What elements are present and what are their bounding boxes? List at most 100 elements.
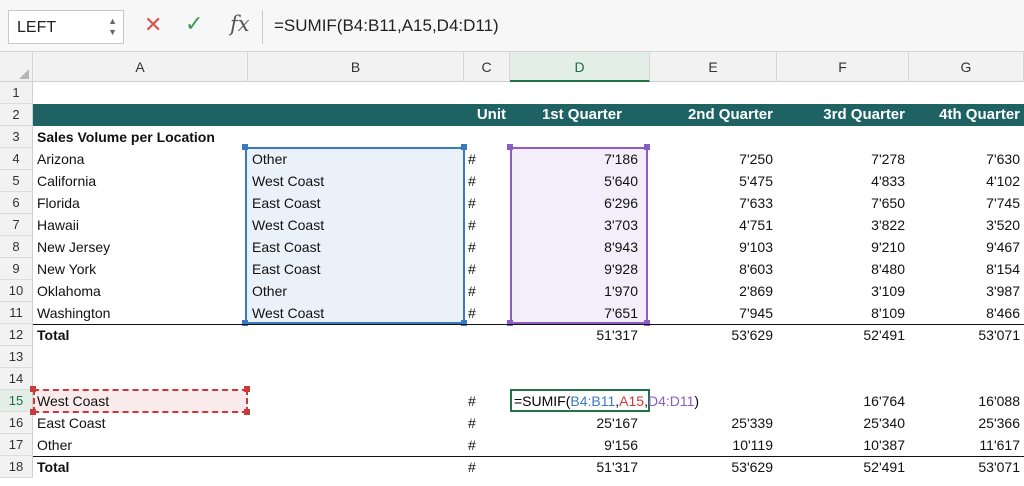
column-header-g[interactable]: G — [909, 52, 1024, 82]
total-q1[interactable]: 51'317 — [510, 324, 650, 346]
cell-q1[interactable]: 6'296 — [510, 192, 650, 214]
row-header[interactable]: 13 — [0, 346, 33, 368]
summary-label[interactable]: Other — [33, 434, 248, 456]
cell-q4[interactable]: 3'520 — [909, 214, 1024, 236]
cell-q3[interactable]: 7'650 — [777, 192, 909, 214]
cell-q4[interactable]: 4'102 — [909, 170, 1024, 192]
total-label[interactable]: Total — [33, 324, 248, 346]
cell-unit[interactable]: # — [464, 192, 510, 214]
name-box[interactable]: LEFT ▲ ▼ — [8, 10, 124, 44]
summary-q1[interactable]: 9'156 — [510, 434, 650, 456]
cell-q2[interactable]: 7'633 — [650, 192, 777, 214]
summary-label[interactable]: West Coast — [33, 390, 248, 412]
summary-q2[interactable]: 25'339 — [650, 412, 777, 434]
cell-location[interactable]: Oklahoma — [33, 280, 248, 302]
cell-q2[interactable]: 2'869 — [650, 280, 777, 302]
summary-q3[interactable]: 16'764 — [777, 390, 909, 412]
total-q4[interactable]: 53'071 — [909, 324, 1024, 346]
cell-location[interactable]: Florida — [33, 192, 248, 214]
row-header[interactable]: 14 — [0, 368, 33, 390]
cell-location[interactable]: Washington — [33, 302, 248, 324]
cell-unit[interactable]: # — [464, 302, 510, 324]
summary-total-q2[interactable]: 53'629 — [650, 456, 777, 478]
header-q2[interactable]: 2nd Quarter — [650, 104, 777, 126]
enter-check-icon[interactable]: ✓ — [185, 13, 203, 35]
cell-location[interactable]: New Jersey — [33, 236, 248, 258]
cell-region[interactable]: East Coast — [248, 258, 464, 280]
cell-q2[interactable]: 7'945 — [650, 302, 777, 324]
row-header[interactable]: 16 — [0, 412, 33, 434]
cell-location[interactable]: New York — [33, 258, 248, 280]
cell-location[interactable]: Hawaii — [33, 214, 248, 236]
cell-unit[interactable]: # — [464, 170, 510, 192]
section-title[interactable]: Sales Volume per Location — [33, 126, 433, 148]
row-header[interactable]: 4 — [0, 148, 33, 170]
row-header[interactable]: 6 — [0, 192, 33, 214]
summary-q3[interactable]: 10'387 — [777, 434, 909, 456]
summary-q2[interactable]: 10'119 — [650, 434, 777, 456]
cell-region[interactable]: West Coast — [248, 170, 464, 192]
cell-q1[interactable]: 7'651 — [510, 302, 650, 324]
cell-q1[interactable]: 7'186 — [510, 148, 650, 170]
cell-q4[interactable]: 8'466 — [909, 302, 1024, 324]
cell-q2[interactable]: 9'103 — [650, 236, 777, 258]
total-q2[interactable]: 53'629 — [650, 324, 777, 346]
row-header-selected[interactable]: 15 — [0, 390, 33, 412]
cell-unit[interactable]: # — [464, 280, 510, 302]
cell-q2[interactable]: 8'603 — [650, 258, 777, 280]
cell-q1[interactable]: 8'943 — [510, 236, 650, 258]
cell-region[interactable]: Other — [248, 148, 464, 170]
row-header[interactable]: 7 — [0, 214, 33, 236]
summary-unit[interactable]: # — [464, 434, 510, 456]
column-header-e[interactable]: E — [650, 52, 777, 82]
cell-q2[interactable]: 5'475 — [650, 170, 777, 192]
cell-region[interactable]: East Coast — [248, 236, 464, 258]
summary-total-q3[interactable]: 52'491 — [777, 456, 909, 478]
row-header[interactable]: 17 — [0, 434, 33, 456]
cell-q2[interactable]: 7'250 — [650, 148, 777, 170]
cell-q4[interactable]: 7'745 — [909, 192, 1024, 214]
cell-q1[interactable]: 1'970 — [510, 280, 650, 302]
cell-location[interactable]: California — [33, 170, 248, 192]
row-header[interactable]: 2 — [0, 104, 33, 126]
cell-q3[interactable]: 7'278 — [777, 148, 909, 170]
cell-q3[interactable]: 4'833 — [777, 170, 909, 192]
name-box-stepper-icon[interactable]: ▲ ▼ — [108, 16, 117, 38]
cell-q3[interactable]: 8'480 — [777, 258, 909, 280]
formula-input[interactable]: =SUMIF(B4:B11,A15,D4:D11) — [274, 16, 499, 36]
cell-q4[interactable]: 7'630 — [909, 148, 1024, 170]
summary-q1[interactable]: 25'167 — [510, 412, 650, 434]
summary-total-unit[interactable]: # — [464, 456, 510, 478]
header-q3[interactable]: 3rd Quarter — [777, 104, 909, 126]
cell-q3[interactable]: 8'109 — [777, 302, 909, 324]
column-header-b[interactable]: B — [248, 52, 464, 82]
cell-region[interactable]: West Coast — [248, 214, 464, 236]
insert-function-icon[interactable]: fx — [230, 13, 250, 35]
column-header-d[interactable]: D — [510, 52, 650, 82]
row-header[interactable]: 10 — [0, 280, 33, 302]
cancel-icon[interactable]: ✕ — [144, 14, 162, 36]
cell-location[interactable]: Arizona — [33, 148, 248, 170]
total-q3[interactable]: 52'491 — [777, 324, 909, 346]
summary-unit[interactable]: # — [464, 412, 510, 434]
cell-q4[interactable]: 3'987 — [909, 280, 1024, 302]
row-header[interactable]: 11 — [0, 302, 33, 324]
row-header[interactable]: 12 — [0, 324, 33, 346]
cell-q3[interactable]: 3'822 — [777, 214, 909, 236]
cell-unit[interactable]: # — [464, 236, 510, 258]
header-q4[interactable]: 4th Quarter — [909, 104, 1024, 126]
cell-unit[interactable]: # — [464, 148, 510, 170]
summary-total-label[interactable]: Total — [33, 456, 248, 478]
row-header[interactable]: 1 — [0, 82, 33, 104]
summary-q4[interactable]: 11'617 — [909, 434, 1024, 456]
row-header[interactable]: 18 — [0, 456, 33, 478]
row-header[interactable]: 9 — [0, 258, 33, 280]
cell-q1[interactable]: 5'640 — [510, 170, 650, 192]
cell-unit[interactable]: # — [464, 214, 510, 236]
in-cell-formula[interactable]: =SUMIF(B4:B11,A15,D4:D11) — [514, 390, 699, 412]
select-all-corner[interactable] — [0, 52, 33, 82]
cell-q3[interactable]: 3'109 — [777, 280, 909, 302]
summary-total-q1[interactable]: 51'317 — [510, 456, 650, 478]
cell-region[interactable]: East Coast — [248, 192, 464, 214]
cell-q3[interactable]: 9'210 — [777, 236, 909, 258]
